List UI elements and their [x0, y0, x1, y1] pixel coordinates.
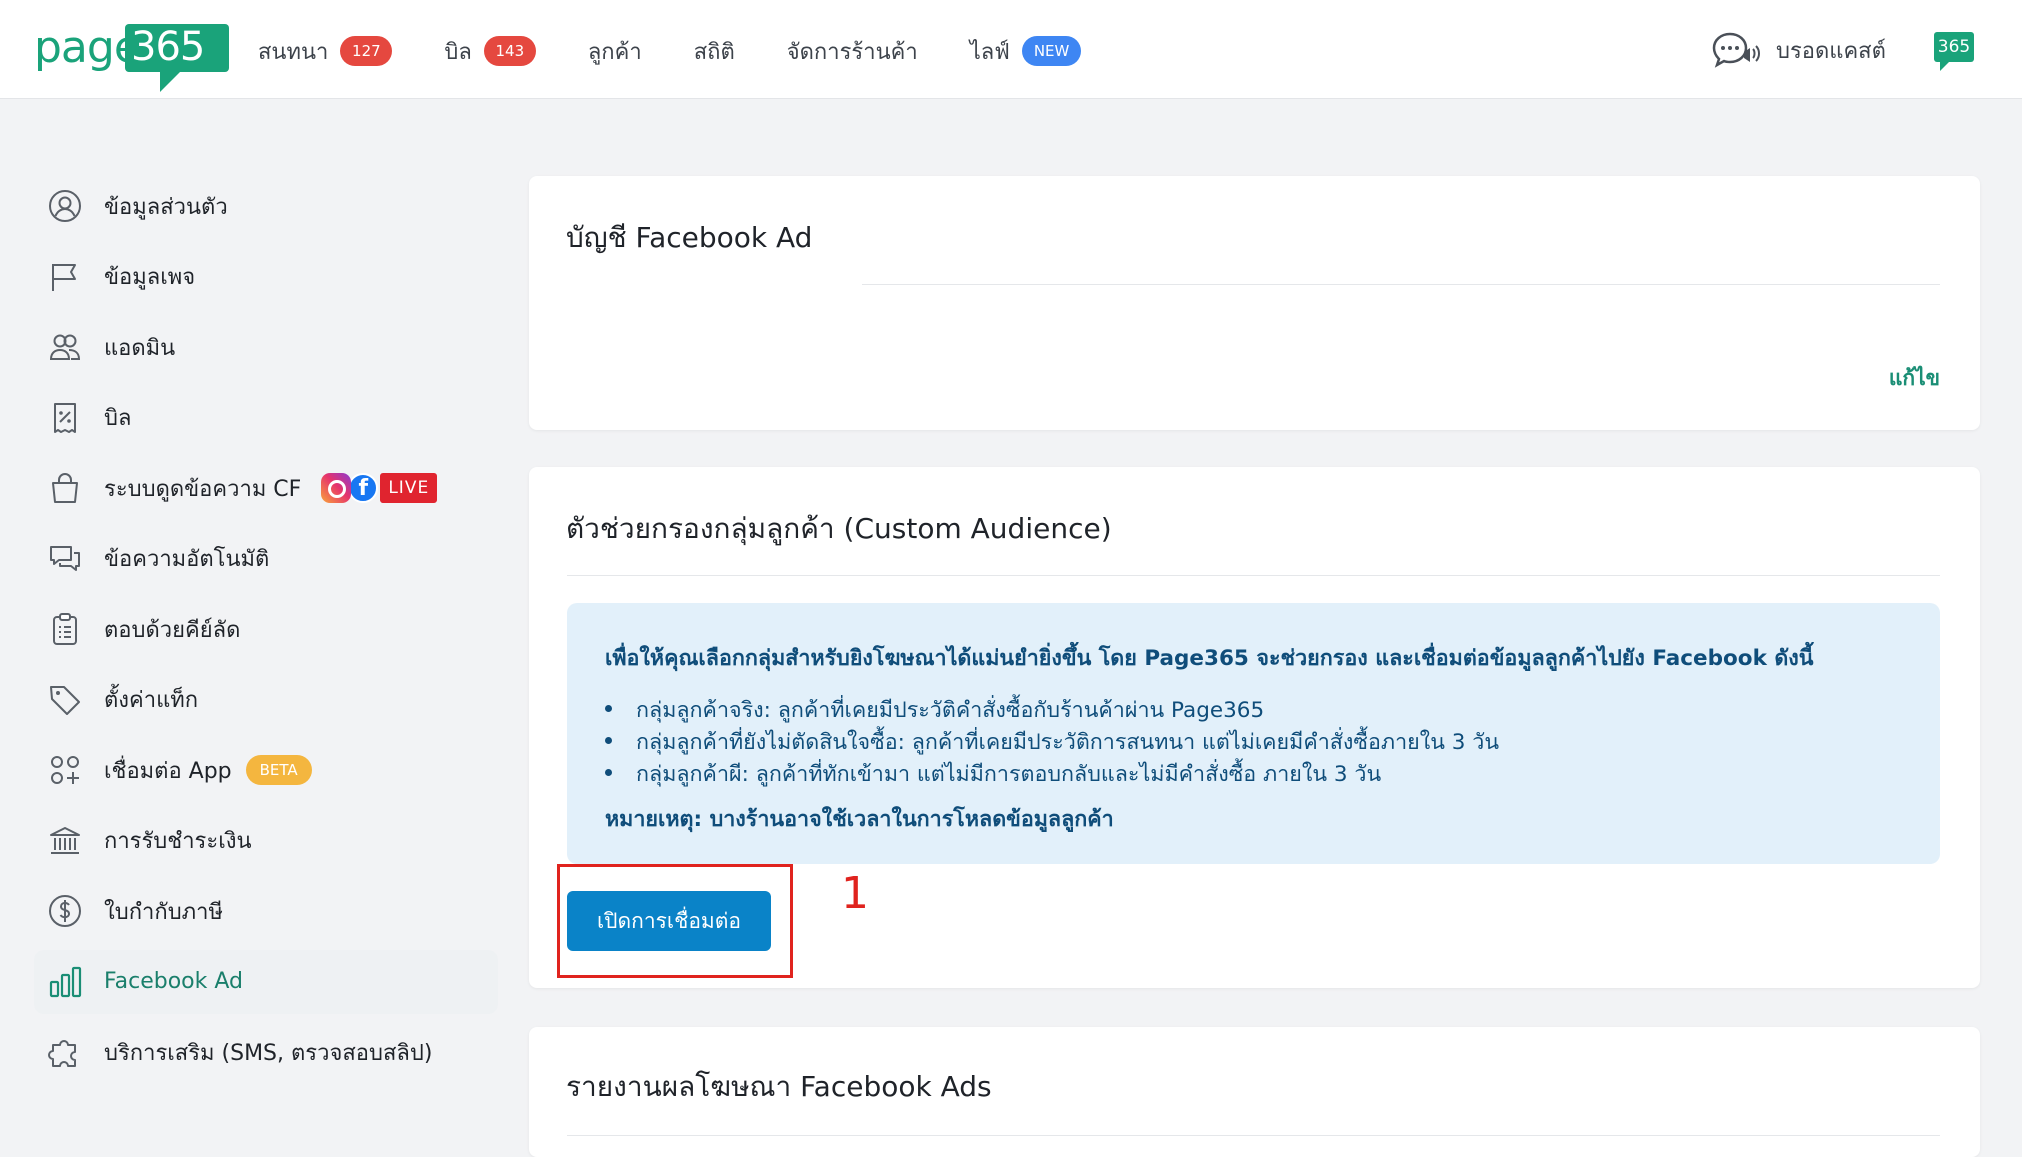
custom-audience-divider — [567, 575, 1940, 576]
dollar-circle-icon — [48, 894, 82, 928]
logo-tail — [160, 70, 182, 92]
users-icon — [48, 330, 82, 364]
sidebar-item-page-info[interactable]: ข้อมูลเพจ — [34, 245, 498, 309]
nav-item-customers[interactable]: ลูกค้า — [588, 30, 642, 72]
ad-account-card: บัญชี Facebook Ad แก้ไข — [529, 176, 1980, 430]
ad-account-title: บัญชี Facebook Ad — [566, 221, 813, 254]
sidebar-item-cf-system[interactable]: ระบบดูดข้อความ CF f LIVE — [34, 456, 498, 520]
logo-box-text: 365 — [131, 24, 205, 70]
nav-item-label: บิล — [444, 39, 472, 65]
sidebar-item-label: บิล — [104, 406, 132, 431]
sidebar-item-label: บริการเสริม (SMS, ตรวจสอบสลิป) — [104, 1040, 433, 1066]
logo-box: 365 — [125, 24, 229, 72]
nav-item-label: สนทนา — [258, 39, 329, 65]
list-item: กลุ่มลูกค้าที่ยังไม่ตัดสินใจซื้อ: ลูกค้า… — [605, 725, 1940, 757]
nav-item-bills[interactable]: บิล 143 — [444, 30, 536, 72]
bill-count-badge: 143 — [483, 36, 536, 66]
step-number: 1 — [841, 868, 869, 919]
sidebar-item-label: เชื่อมต่อ App — [104, 758, 232, 784]
sidebar-item-label: ข้อมูลส่วนตัว — [104, 194, 228, 220]
custom-audience-info-box: เพื่อให้คุณเลือกกลุ่มสำหรับยิงโฆษณาได้แม… — [567, 603, 1940, 864]
broadcast-label: บรอดแคสต์ — [1776, 38, 1886, 64]
puzzle-icon — [48, 1035, 82, 1069]
shopping-bag-icon — [48, 471, 82, 505]
info-heading: เพื่อให้คุณเลือกกลุ่มสำหรับยิงโฆษณาได้แม… — [605, 646, 1814, 671]
sidebar-item-label: ระบบดูดข้อความ CF — [104, 476, 302, 502]
nav-item-statistics[interactable]: สถิติ — [694, 30, 735, 72]
nav-item-chat[interactable]: สนทนา 127 — [258, 30, 393, 72]
sidebar-item-connect-app[interactable]: เชื่อมต่อ App BETA — [34, 738, 498, 802]
settings-sidebar: ข้อมูลส่วนตัว ข้อมูลเพจ แอดมิน บิล ระบบด… — [34, 174, 498, 1091]
mini-logo-text: 365 — [1937, 37, 1971, 57]
sidebar-item-auto-message[interactable]: ข้อความอัตโนมัติ — [34, 527, 498, 591]
nav-item-label: ลูกค้า — [587, 39, 642, 65]
page365-logo[interactable]: page 365 — [34, 20, 229, 92]
top-navigation-bar: page 365 สนทนา 127 บิล 143 ลูกค้า สถิติ … — [0, 0, 2022, 99]
step-highlight-box — [557, 864, 793, 978]
bar-chart-icon — [48, 965, 82, 999]
sidebar-item-label: ตอบด้วยคีย์ลัด — [104, 617, 241, 643]
list-item: กลุ่มลูกค้าผี: ลูกค้าที่ทักเข้ามา แต่ไม่… — [605, 757, 1940, 789]
nav-item-live[interactable]: ไลฟ์ NEW — [970, 30, 1082, 72]
beta-badge: BETA — [245, 755, 312, 785]
sidebar-item-bills[interactable]: บิล — [34, 386, 498, 450]
list-item: กลุ่มลูกค้าจริง: ลูกค้าที่เคยมีประวัติคำ… — [605, 693, 1940, 725]
chat-bubbles-icon — [48, 542, 82, 576]
apps-icon — [48, 753, 82, 787]
custom-audience-title: ตัวช่วยกรองกลุ่มลูกค้า (Custom Audience) — [566, 512, 1112, 545]
sidebar-item-label: แอดมิน — [104, 335, 176, 361]
sidebar-item-label: ข้อความอัตโนมัติ — [104, 547, 270, 572]
ads-report-card: รายงานผลโฆษณา Facebook Ads — [529, 1027, 1980, 1157]
flag-icon — [48, 260, 82, 294]
chat-count-badge: 127 — [340, 36, 393, 66]
clipboard-icon — [48, 612, 82, 646]
sidebar-item-admin[interactable]: แอดมิน — [34, 315, 498, 379]
tag-icon — [48, 683, 82, 717]
sidebar-item-label: ข้อมูลเพจ — [104, 265, 196, 290]
sidebar-item-facebook-ad[interactable]: Facebook Ad — [34, 949, 498, 1014]
new-badge: NEW — [1021, 36, 1082, 66]
ads-report-divider — [567, 1135, 1940, 1136]
ad-account-divider — [862, 284, 1940, 285]
sidebar-item-tax-invoice[interactable]: ใบกำกับภาษี — [34, 879, 498, 943]
sidebar-item-label: ใบกำกับภาษี — [104, 899, 224, 925]
audience-group-list: กลุ่มลูกค้าจริง: ลูกค้าที่เคยมีประวัติคำ… — [605, 693, 1940, 789]
facebook-icon: f — [348, 473, 379, 503]
sidebar-item-payment[interactable]: การรับชำระเงิน — [34, 809, 498, 873]
broadcast-button[interactable]: บรอดแคสต์ — [1710, 30, 1886, 70]
edit-link[interactable]: แก้ไข — [1889, 362, 1940, 395]
sidebar-item-label: Facebook Ad — [104, 969, 243, 994]
nav-item-label: จัดการร้านค้า — [786, 39, 918, 65]
nav-item-label: ไลฟ์ — [969, 39, 1010, 65]
sidebar-item-shortcut-reply[interactable]: ตอบด้วยคีย์ลัด — [34, 597, 498, 661]
live-badge: LIVE — [380, 473, 438, 503]
bank-icon — [48, 824, 82, 858]
sidebar-item-tag-settings[interactable]: ตั้งค่าแท็ก — [34, 668, 498, 732]
info-note: หมายเหตุ: บางร้านอาจใช้เวลาในการโหลดข้อม… — [605, 807, 1114, 832]
broadcast-chat-icon — [1712, 32, 1760, 68]
sidebar-item-label: ตั้งค่าแท็ก — [104, 688, 199, 713]
sidebar-item-label: การรับชำระเงิน — [104, 829, 252, 854]
social-platforms: f LIVE — [321, 473, 438, 503]
nav-item-label: สถิติ — [693, 39, 735, 65]
user-circle-icon — [48, 189, 82, 223]
sidebar-item-profile[interactable]: ข้อมูลส่วนตัว — [34, 174, 498, 238]
instagram-icon — [321, 473, 352, 503]
page365-mini-logo[interactable]: 365 — [1934, 32, 1974, 71]
sidebar-item-extra-services[interactable]: บริการเสริม (SMS, ตรวจสอบสลิป) — [34, 1020, 498, 1084]
nav-item-manage-store[interactable]: จัดการร้านค้า — [787, 30, 918, 72]
ads-report-title: รายงานผลโฆษณา Facebook Ads — [566, 1070, 992, 1103]
receipt-icon — [48, 401, 82, 435]
main-nav: สนทนา 127 บิล 143 ลูกค้า สถิติ จัดการร้า… — [258, 30, 1133, 72]
